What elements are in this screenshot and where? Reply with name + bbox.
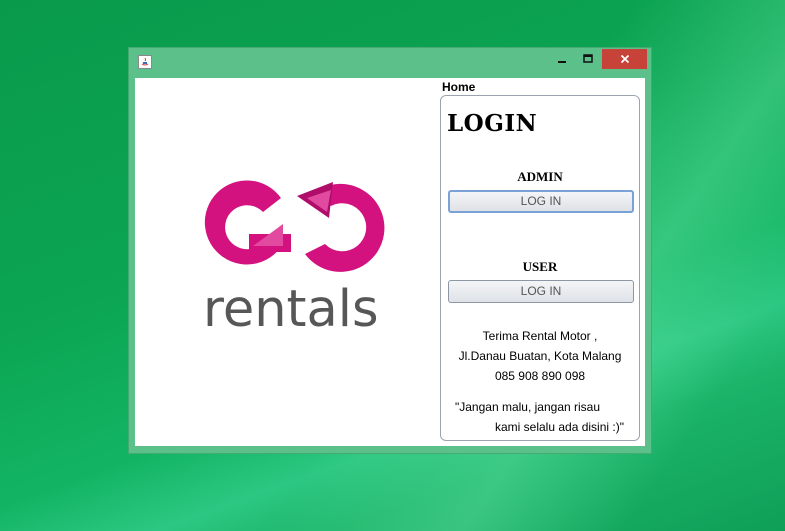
quote-line-1: "Jangan malu, jangan risau	[455, 400, 601, 414]
user-login-button[interactable]: LOG IN	[448, 280, 634, 303]
title-bar[interactable]	[129, 48, 651, 78]
admin-login-button[interactable]: LOG IN	[448, 190, 634, 213]
go-logo-icon	[204, 180, 385, 272]
home-tab-area: Home LOGIN ADMIN LOG IN USER LOG IN Teri…	[435, 78, 645, 446]
info-business-name: Terima Rental Motor ,	[482, 329, 598, 343]
close-icon	[620, 54, 629, 64]
logo-wordmark: rentals	[203, 280, 379, 339]
maximize-icon	[583, 54, 593, 63]
quote-line-2: kami selalu ada disini :)"	[495, 420, 624, 434]
user-label: USER	[522, 259, 558, 274]
minimize-icon	[558, 61, 566, 63]
maximize-button[interactable]	[575, 49, 601, 69]
minimize-button[interactable]	[549, 49, 575, 69]
info-address: Jl.Danau Buatan, Kota Malang	[458, 349, 622, 363]
app-window: rentals Home LOGIN ADMIN LOG IN USER LOG…	[128, 47, 652, 454]
java-icon	[138, 55, 152, 69]
info-phone: 085 908 890 098	[494, 369, 586, 383]
logo-panel: rentals	[135, 78, 435, 446]
admin-label: ADMIN	[517, 169, 563, 184]
login-title: LOGIN	[447, 110, 538, 137]
content-area: rentals Home LOGIN ADMIN LOG IN USER LOG…	[135, 78, 645, 446]
login-panel: LOGIN ADMIN LOG IN USER LOG IN Terima Re…	[440, 95, 640, 441]
close-button[interactable]	[602, 49, 647, 69]
tab-home[interactable]: Home	[442, 80, 475, 94]
